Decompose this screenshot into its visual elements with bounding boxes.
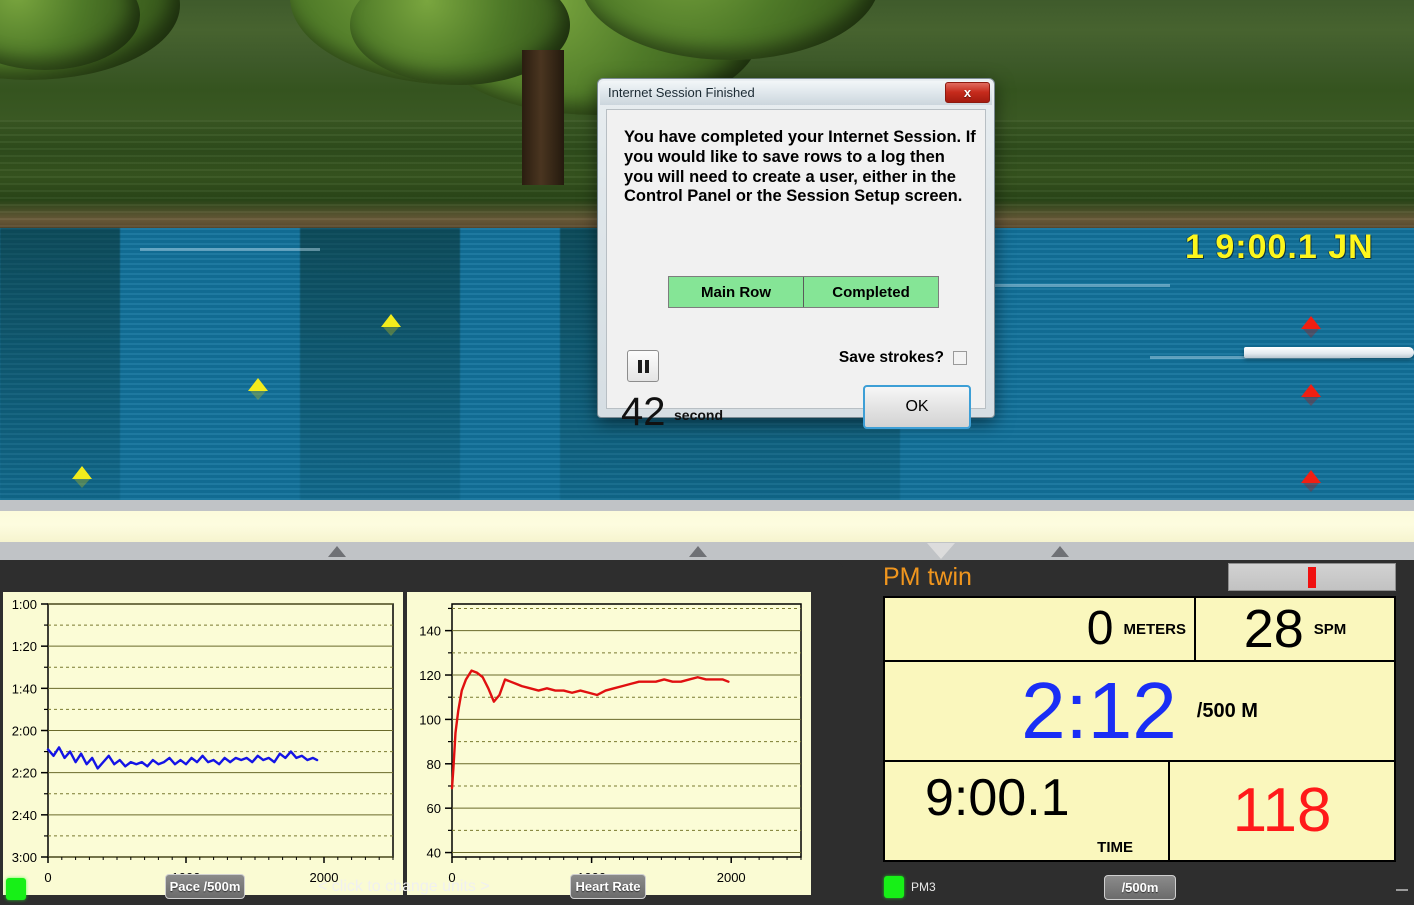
water-sheen-1 [140, 248, 320, 251]
svg-text:100: 100 [419, 712, 441, 727]
pace-units-button[interactable]: Pace /500m [165, 874, 245, 899]
pm-progress-bar[interactable] [1228, 563, 1396, 591]
change-units-hint[interactable]: < click to change units > [318, 878, 490, 896]
heart-rate-units-button[interactable]: Heart Rate [570, 874, 646, 899]
session-status-right: Completed [804, 277, 938, 307]
session-status-row: Main Row Completed [668, 276, 939, 308]
split-marker-1[interactable] [328, 546, 346, 557]
divider-bar-top [0, 500, 1414, 511]
buoy-yellow [381, 314, 401, 336]
svg-text:2:20: 2:20 [12, 766, 37, 781]
pm-rate-cell[interactable]: 28 SPM [1196, 598, 1394, 662]
save-strokes-checkbox[interactable] [953, 351, 967, 365]
pm-rate-unit: SPM [1313, 620, 1347, 638]
svg-text:40: 40 [427, 846, 441, 861]
heart-rate-chart[interactable]: 140120100806040010002000 [407, 592, 811, 895]
pm-time-value: 9:00.1 [925, 769, 1070, 827]
split-marker-2[interactable] [689, 546, 707, 557]
pm-metrics-grid: 0 METERS 28 SPM 2:12 /500 M 9:00.1 TIME … [883, 596, 1396, 862]
session-status-left: Main Row [669, 277, 804, 307]
divider-bar-bottom [0, 542, 1414, 560]
water-reflection-mid [300, 228, 460, 500]
buoy-red [1301, 470, 1321, 492]
dialog-message: You have completed your Internet Session… [624, 128, 976, 206]
boat-hull [1244, 347, 1414, 358]
corner-dash-icon [1396, 889, 1408, 891]
panel-notch [927, 543, 955, 559]
pause-icon[interactable] [627, 350, 659, 382]
pace-chart-container[interactable]: 1:001:201:402:002:202:403:00010002000 [3, 592, 403, 895]
buoy-yellow [72, 466, 92, 488]
pm-pace-value: 2:12 [1021, 666, 1177, 755]
svg-text:2:40: 2:40 [12, 808, 37, 823]
pm-heart-rate-value: 118 [1232, 776, 1332, 845]
svg-text:120: 120 [419, 668, 441, 683]
dialog-body: You have completed your Internet Session… [606, 109, 986, 432]
svg-text:1:00: 1:00 [12, 597, 37, 612]
ok-button[interactable]: OK [863, 385, 971, 429]
heart-rate-chart-container[interactable]: 140120100806040010002000 [407, 592, 811, 895]
pm-pace-unit: /500 M [1196, 699, 1258, 722]
pm-heart-rate-cell[interactable]: 118 [1170, 762, 1394, 860]
pm-twin-title: PM twin [883, 563, 972, 591]
dialog-title-text: Internet Session Finished [608, 85, 755, 100]
save-strokes-label: Save strokes? [838, 349, 944, 366]
pm-distance-value: 0 [1086, 602, 1114, 655]
pm-time-cell[interactable]: 9:00.1 TIME [885, 762, 1170, 860]
message-strip [0, 511, 1414, 542]
charts-panel: 1:001:201:402:002:202:403:00010002000 14… [0, 560, 845, 905]
svg-text:60: 60 [427, 801, 441, 816]
pm-time-unit: TIME [1097, 839, 1133, 856]
pace-chart[interactable]: 1:001:201:402:002:202:403:00010002000 [3, 592, 403, 895]
dialog-title-bar[interactable]: Internet Session Finished x [600, 81, 992, 105]
buoy-red [1301, 316, 1321, 338]
svg-text:2000: 2000 [717, 870, 746, 885]
svg-text:3:00: 3:00 [12, 850, 37, 865]
pm-rate-value: 28 [1243, 599, 1304, 659]
close-icon[interactable]: x [945, 82, 990, 103]
pm-device-label: PM3 [911, 880, 936, 894]
rowing-app-window: 1 9:00.1 JN 1:00 1:20 1:40 2:00 2:20 2:40 3:00… [0, 0, 1414, 905]
internet-session-finished-dialog: Internet Session Finished x You have com… [597, 78, 995, 432]
svg-text:1:40: 1:40 [12, 681, 37, 696]
pm-units-button[interactable]: /500m [1104, 875, 1176, 900]
pm-progress-marker [1308, 567, 1316, 588]
water-reflection-left [0, 228, 120, 500]
charts-status-led [6, 878, 26, 900]
svg-text:2:00: 2:00 [12, 724, 37, 739]
buoy-yellow [248, 378, 268, 400]
svg-text:80: 80 [427, 757, 441, 772]
split-marker-3[interactable] [1051, 546, 1069, 557]
pm-distance-unit: METERS [1123, 620, 1186, 638]
pm-status-led [884, 876, 904, 898]
countdown-unit: second [674, 407, 724, 423]
race-hud-overlay: 1 9:00.1 JN [1185, 228, 1374, 266]
buoy-red [1301, 384, 1321, 406]
pm-distance-cell[interactable]: 0 METERS [885, 598, 1196, 662]
countdown-value: 42 [621, 390, 666, 434]
svg-text:0: 0 [44, 870, 51, 885]
pm-pace-cell[interactable]: 2:12 /500 M [885, 662, 1394, 762]
svg-text:140: 140 [419, 624, 441, 639]
svg-text:1:20: 1:20 [12, 639, 37, 654]
